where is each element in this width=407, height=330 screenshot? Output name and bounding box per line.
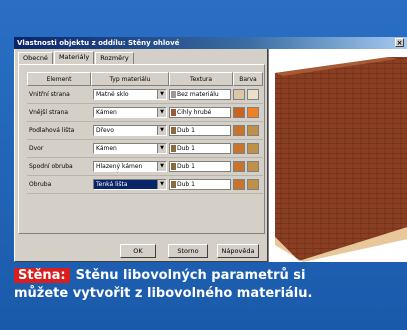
cancel-button[interactable]: Storno [168, 244, 208, 258]
chevron-down-icon[interactable]: ▼ [157, 125, 166, 135]
texture-swatch [171, 90, 176, 98]
material-dropdown[interactable]: Kámen ▼ [93, 106, 167, 118]
caption-line-1: Stěna: Stěnu libovolných parametrů si [14, 267, 399, 285]
color-swatch-secondary[interactable] [247, 89, 259, 100]
material-value: Hlazený kámen [96, 162, 143, 170]
row-element-label: Obruba [29, 181, 52, 188]
color-swatch[interactable] [233, 143, 245, 154]
texture-swatch [171, 126, 176, 134]
texture-value: Dub 1 [177, 126, 195, 134]
table-row[interactable]: Obruba Tenká lišta ▼ Dub 1 [27, 176, 263, 194]
material-dropdown[interactable]: Dřevo ▼ [93, 124, 167, 136]
color-swatch-secondary[interactable] [247, 125, 259, 136]
grid-rows: Vnitřní strana Matné sklo ▼ Bez materiálu Vn… [27, 86, 263, 194]
chevron-down-icon[interactable]: ▼ [157, 161, 166, 171]
texture-value: Dub 1 [177, 162, 195, 170]
row-element-label: Vnější strana [29, 109, 69, 116]
column-header-element[interactable]: Element [27, 72, 91, 86]
material-dropdown[interactable]: Matné sklo ▼ [93, 88, 167, 100]
wall-render [275, 57, 407, 262]
texture-field[interactable]: Dub 1 [169, 178, 231, 190]
texture-swatch [171, 108, 176, 116]
material-value: Matné sklo [96, 90, 129, 98]
color-swatch-secondary[interactable] [247, 107, 259, 118]
texture-value: Dub 1 [177, 144, 195, 152]
material-dropdown[interactable]: Hlazený kámen ▼ [93, 160, 167, 172]
texture-field[interactable]: Dub 1 [169, 160, 231, 172]
caption-label: Stěna: [14, 268, 70, 283]
texture-swatch [171, 144, 176, 152]
ok-button[interactable]: OK [120, 244, 156, 258]
texture-swatch [171, 162, 176, 170]
chevron-down-icon[interactable]: ▼ [157, 143, 166, 153]
caption: Stěna: Stěnu libovolných parametrů si můž… [14, 267, 399, 319]
help-button[interactable]: Nápověda [217, 244, 259, 258]
tab-materials[interactable]: Materiály [53, 51, 95, 65]
tab-general[interactable]: Obecné [18, 52, 53, 64]
material-value: Tenká lišta [96, 180, 128, 188]
row-element-label: Dvor [29, 145, 44, 152]
table-row[interactable]: Vnější strana Kámen ▼ Cihly hrubé [27, 104, 263, 122]
column-header-color[interactable]: Barva [233, 72, 263, 86]
tab-bar: Obecné Materiály Rozměry [18, 51, 135, 65]
chevron-down-icon[interactable]: ▼ [157, 179, 166, 189]
color-swatch[interactable] [233, 107, 245, 118]
close-icon[interactable]: × [395, 38, 404, 47]
caption-text-2: můžete vytvořit z libovolného materiálu. [14, 286, 313, 301]
wall-face [275, 57, 407, 261]
table-row[interactable]: Vnitřní strana Matné sklo ▼ Bez materiálu [27, 86, 263, 104]
material-value: Dřevo [96, 126, 114, 134]
table-row[interactable]: Dvor Kámen ▼ Dub 1 [27, 140, 263, 158]
row-element-label: Spodní obruba [29, 163, 73, 170]
texture-field[interactable]: Cihly hrubé [169, 106, 231, 118]
tab-dimensions[interactable]: Rozměry [95, 52, 134, 64]
table-row[interactable]: Spodní obruba Hlazený kámen ▼ Dub 1 [27, 158, 263, 176]
color-swatch[interactable] [233, 125, 245, 136]
material-dropdown[interactable]: Kámen ▼ [93, 142, 167, 154]
texture-value: Cihly hrubé [177, 108, 212, 116]
texture-field[interactable]: Dub 1 [169, 124, 231, 136]
caption-text-1: Stěnu libovolných parametrů si [75, 268, 306, 283]
color-swatch-secondary[interactable] [247, 179, 259, 190]
color-swatch[interactable] [233, 179, 245, 190]
column-header-texture[interactable]: Textura [169, 72, 233, 86]
row-element-label: Podlahová lišta [29, 127, 75, 134]
color-swatch[interactable] [233, 161, 245, 172]
color-swatch[interactable] [233, 89, 245, 100]
texture-swatch [171, 180, 176, 188]
material-value: Kámen [96, 108, 117, 116]
color-swatch-secondary[interactable] [247, 161, 259, 172]
material-value: Kámen [96, 144, 117, 152]
color-swatch-secondary[interactable] [247, 143, 259, 154]
material-dropdown[interactable]: Tenká lišta ▼ [93, 178, 167, 190]
texture-value: Bez materiálu [177, 90, 219, 98]
chevron-down-icon[interactable]: ▼ [157, 107, 166, 117]
materials-grid: Element Typ materiálu Textura Barva Vnit… [27, 72, 263, 194]
chevron-down-icon[interactable]: ▼ [157, 89, 166, 99]
texture-field[interactable]: Dub 1 [169, 142, 231, 154]
table-row[interactable]: Podlahová lišta Dřevo ▼ Dub 1 [27, 122, 263, 140]
dialog-titlebar: Vlastnosti objektu z oddílu: Stěny ohlov… [14, 37, 407, 49]
column-header-material[interactable]: Typ materiálu [91, 72, 169, 86]
wall-3d-preview[interactable] [268, 49, 407, 262]
row-element-label: Vnitřní strana [29, 91, 70, 98]
texture-value: Dub 1 [177, 180, 195, 188]
texture-field[interactable]: Bez materiálu [169, 88, 231, 100]
grid-header: Element Typ materiálu Textura Barva [27, 72, 263, 86]
dialog-title: Vlastnosti objektu z oddílu: Stěny ohlov… [17, 39, 180, 47]
